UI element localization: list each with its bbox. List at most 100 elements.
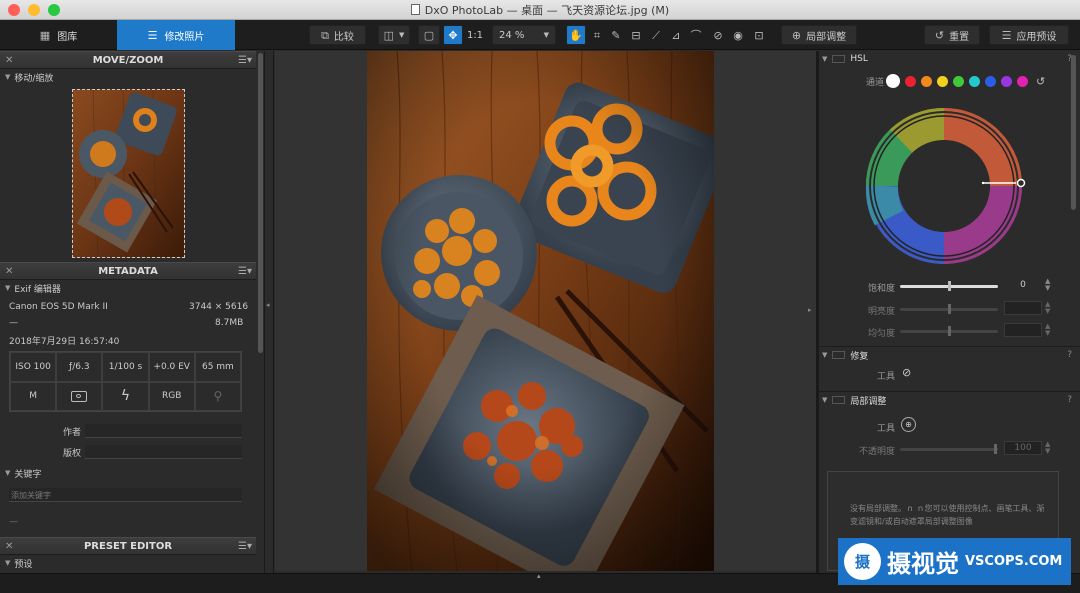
filmstrip-toggle-icon[interactable]: ▴: [537, 572, 541, 580]
opacity-value[interactable]: 100: [1004, 441, 1042, 455]
window-title-bar: DxO PhotoLab — 桌面 — 飞天资源论坛.jpg (M): [0, 0, 1080, 20]
uniformity-slider-knob[interactable]: [948, 326, 951, 336]
reset-button[interactable]: ↺ 重置: [924, 25, 980, 45]
enable-checkbox[interactable]: [832, 351, 846, 359]
apply-preset-button[interactable]: ☰ 应用预设: [989, 25, 1069, 45]
channel-selector: ↺: [886, 74, 1045, 88]
exif-section[interactable]: ▼ Exif 编辑器: [0, 280, 256, 296]
lightness-slider-knob[interactable]: [948, 304, 951, 314]
channel-blue-button[interactable]: [985, 75, 996, 87]
perspective-tool-button[interactable]: ⟋: [646, 25, 666, 45]
lens-model: —: [9, 318, 18, 328]
opacity-slider[interactable]: [900, 444, 998, 454]
disclosure-triangle-icon: ▼: [822, 55, 828, 63]
reset-channel-icon[interactable]: ↺: [1036, 75, 1045, 88]
disclosure-triangle-icon: ▼: [5, 559, 11, 567]
keywords-section[interactable]: ▼ 关键字: [0, 465, 256, 481]
right-panel: ▼ HSL ? 通道 ↺ 饱和度 0 ▲ ▼ 明亮度 ▲ ▼ 均匀度 ▲ ▼ ▼…: [819, 51, 1080, 573]
file-size: 8.7MB: [215, 318, 244, 328]
copyright-field[interactable]: [85, 445, 242, 459]
channel-green-button[interactable]: [953, 75, 964, 87]
move-tool-button[interactable]: ✥: [443, 25, 463, 45]
enable-checkbox[interactable]: [832, 396, 846, 404]
channel-cyan-button[interactable]: [969, 75, 980, 87]
palette-menu-icon[interactable]: ☰▾: [238, 55, 252, 66]
saturation-stepper-icon[interactable]: ▲ ▼: [1045, 278, 1050, 292]
one-to-one-button[interactable]: 1:1: [465, 25, 485, 45]
opacity-slider-knob[interactable]: [994, 444, 997, 454]
channel-all-button[interactable]: [886, 74, 900, 88]
expand-right-arrow-icon[interactable]: ▸: [808, 306, 812, 314]
help-icon[interactable]: ?: [1067, 350, 1072, 360]
exif-info-grid: ISO 100 ƒ/6.3 1/100 s +0.0 EV 65 mm M ϟ …: [9, 351, 242, 412]
palette-menu-icon[interactable]: ☰▾: [238, 541, 252, 552]
window-title-text: DxO PhotoLab — 桌面 — 飞天资源论坛.jpg (M): [424, 3, 670, 17]
close-palette-icon[interactable]: ✕: [5, 541, 13, 552]
keywords-input[interactable]: 添加关键字: [9, 488, 242, 502]
local-adjust-icon[interactable]: ⊕: [901, 417, 916, 432]
hand-tool-button[interactable]: ✋: [566, 25, 586, 45]
left-panel-scrollbar[interactable]: [258, 53, 263, 353]
saturation-slider[interactable]: [900, 281, 998, 291]
split-view-dropdown[interactable]: ◫ ▼: [378, 25, 410, 45]
uniformity-slider[interactable]: [900, 326, 998, 336]
image-viewer[interactable]: ▸: [275, 51, 816, 571]
watermark-logo: 摄 摄视觉 VSCOPS.COM: [838, 538, 1071, 585]
uniformity-value-field[interactable]: [1004, 323, 1042, 337]
move-zoom-section[interactable]: ▼ 移动/缩放: [0, 69, 256, 85]
left-panel-collapse-handle[interactable]: ◂: [264, 51, 274, 573]
saturation-slider-knob[interactable]: [948, 281, 951, 291]
lightness-value-field[interactable]: [1004, 301, 1042, 315]
chevron-down-icon: ▼: [543, 30, 549, 39]
keywords-dash: —: [9, 517, 18, 527]
crop-tool-button[interactable]: ⌗: [587, 25, 607, 45]
straighten-tool-button[interactable]: ⌒: [686, 25, 706, 45]
lightness-slider[interactable]: [900, 304, 998, 314]
grid-icon: ▦: [39, 28, 51, 42]
zoom-select[interactable]: 24 % ▼: [492, 25, 556, 45]
tab-library[interactable]: ▦ 图库: [0, 20, 117, 50]
enable-checkbox[interactable]: [832, 55, 846, 63]
opacity-stepper-icon[interactable]: ▲ ▼: [1045, 441, 1050, 455]
eye-icon: ◉: [733, 28, 743, 42]
local-adjust-button[interactable]: ⊕ 局部调整: [781, 25, 857, 45]
repair-header[interactable]: ▼ 修复 ?: [819, 347, 1080, 363]
preset-section[interactable]: ▼ 预设: [0, 555, 256, 571]
hsl-header[interactable]: ▼ HSL ?: [819, 51, 1080, 67]
compare-button[interactable]: ⧉ 比较: [309, 25, 366, 45]
lightness-stepper-icon[interactable]: ▲ ▼: [1045, 301, 1050, 315]
channel-yellow-button[interactable]: [937, 75, 948, 87]
uniformity-stepper-icon[interactable]: ▲ ▼: [1045, 323, 1050, 337]
local-adjust-header[interactable]: ▼ 局部调整 ?: [819, 392, 1080, 408]
red-eye-tool-button[interactable]: ◉: [728, 25, 748, 45]
hue-color-wheel[interactable]: [861, 103, 1027, 269]
eyedropper-tool-button[interactable]: ✎: [606, 25, 626, 45]
tab-edit-photo[interactable]: ☰ 修改照片: [117, 20, 235, 50]
horizon-tool-button[interactable]: ⊟: [626, 25, 646, 45]
palette-menu-icon[interactable]: ☰▾: [238, 266, 252, 277]
fit-screen-button[interactable]: ▢: [418, 25, 440, 45]
iso-value: ISO 100: [10, 352, 57, 382]
mask-tool-button[interactable]: ⊡: [749, 25, 769, 45]
repair-tool-button[interactable]: ⊘: [708, 25, 728, 45]
volume-deform-tool-button[interactable]: ⊿: [666, 25, 686, 45]
zoom-window-button[interactable]: [48, 4, 60, 16]
saturation-value[interactable]: 0: [1004, 278, 1042, 292]
channel-red-button[interactable]: [905, 75, 916, 87]
close-palette-icon[interactable]: ✕: [5, 55, 13, 66]
move-zoom-header: ✕ MOVE/ZOOM ☰▾: [0, 51, 256, 69]
navigator-thumbnail[interactable]: [72, 89, 185, 258]
aperture-value: ƒ/6.3: [56, 352, 103, 382]
author-field[interactable]: [85, 424, 242, 438]
close-palette-icon[interactable]: ✕: [5, 266, 13, 277]
right-panel-scrollbar[interactable]: [1071, 55, 1076, 210]
channel-purple-button[interactable]: [1001, 75, 1012, 87]
focal-length-value: 65 mm: [194, 352, 241, 382]
help-icon[interactable]: ?: [1067, 395, 1072, 405]
channel-orange-button[interactable]: [921, 75, 932, 87]
minimize-window-button[interactable]: [28, 4, 40, 16]
channel-magenta-button[interactable]: [1017, 75, 1028, 87]
close-window-button[interactable]: [8, 4, 20, 16]
main-photo[interactable]: [367, 51, 714, 571]
bandage-icon[interactable]: ⊘: [902, 366, 917, 381]
